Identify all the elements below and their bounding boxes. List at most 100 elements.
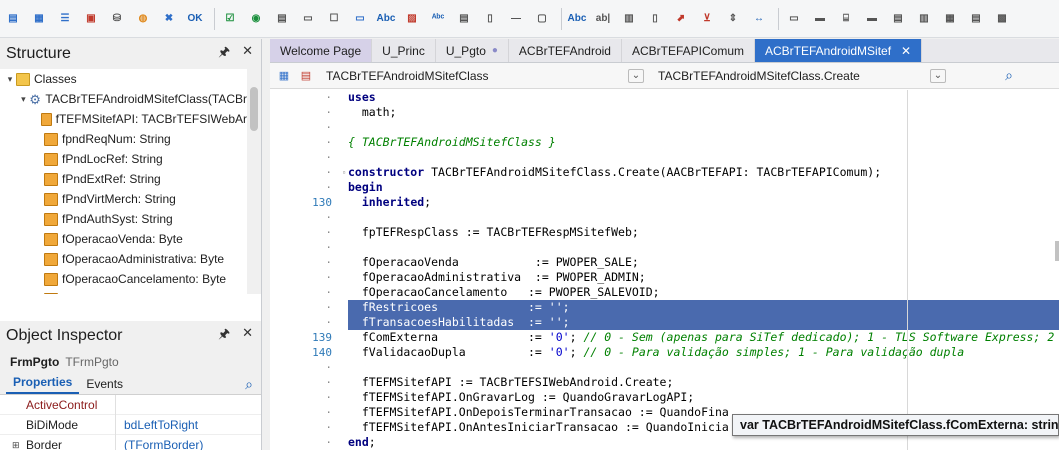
close-icon[interactable]: ✕	[242, 43, 253, 65]
editor-tab[interactable]: ACBrTEFAPIComum	[622, 39, 755, 62]
scrollbar-thumb[interactable]	[250, 87, 258, 131]
code-line[interactable]: fOperacaoCancelamento := PWOPER_SALEVOID…	[348, 285, 1059, 300]
form-button[interactable]: ▤	[2, 8, 24, 30]
search-icon[interactable]: ⌕	[245, 376, 253, 393]
code-line[interactable]: constructor TACBrTEFAndroidMSitefClass.C…	[348, 165, 1059, 180]
search-icon[interactable]: ⌕	[1005, 67, 1013, 84]
code-line[interactable]: fTransacoesHabilitadas := '';	[348, 315, 1059, 330]
code-text[interactable]: uses math; { TACBrTEFAndroidMSitefClass }…	[348, 90, 1059, 450]
pin-icon[interactable]: 🖈	[218, 43, 230, 65]
spellcheck-button[interactable]: ᴬᵇᶜ	[427, 8, 449, 30]
fold-marker[interactable]: ▫	[340, 165, 348, 180]
code-line[interactable]	[348, 360, 1059, 375]
coolbar-button[interactable]: ▤	[887, 8, 909, 30]
grid-button[interactable]: ▦	[28, 8, 50, 30]
label-alt-button[interactable]: Abc	[566, 8, 588, 30]
class-combobox[interactable]: TACBrTEFAndroidMSitefClass ⌄	[320, 65, 650, 86]
tree-item[interactable]: fpndReqNum: String	[0, 129, 247, 149]
code-line[interactable]	[348, 120, 1059, 135]
memo-button[interactable]: ▤	[453, 8, 475, 30]
method-combobox[interactable]: TACBrTEFAndroidMSitefClass.Create ⌄	[652, 65, 952, 86]
code-line[interactable]: fComExterna := '0'; // 0 - Sem (apenas p…	[348, 330, 1059, 345]
property-value[interactable]: (TFormBorder)	[116, 438, 203, 450]
property-row[interactable]: ActiveControl	[0, 394, 261, 415]
grid-panel-button[interactable]: ▦	[939, 8, 961, 30]
code-editor[interactable]: · · · · · · · 130 · · · · · · · · 139 140 · · · · · · ▫ uses ma…	[270, 90, 1059, 450]
editor-tab[interactable]: ACBrTEFAndroid	[509, 39, 622, 62]
code-line[interactable]	[348, 150, 1059, 165]
code-line[interactable]	[348, 240, 1059, 255]
editor-tab[interactable]: ACBrTEFAndroidMSitef ✕	[755, 39, 923, 62]
editor-tab[interactable]: U_Pgto ●	[436, 39, 509, 62]
splitter-button[interactable]: ↔	[748, 8, 770, 30]
code-line[interactable]: { TACBrTEFAndroidMSitefClass }	[348, 135, 1059, 150]
header-button[interactable]: ⌸	[835, 8, 857, 30]
chevron-down-icon[interactable]: ⌄	[628, 68, 644, 83]
tree-item[interactable]: ▾ Classes	[0, 69, 247, 89]
pagecontrol-button[interactable]: ▯	[644, 8, 666, 30]
tree-item[interactable]: fOperacaoCancelamento: Byte	[0, 269, 247, 289]
tree-item[interactable]: fPndVirtMerch: String	[0, 189, 247, 209]
editor-scrollbar-thumb[interactable]	[1055, 241, 1059, 261]
image-edit-button[interactable]: ▣	[80, 8, 102, 30]
separator-button[interactable]: —	[505, 8, 527, 30]
flow-panel-button[interactable]: ▤	[965, 8, 987, 30]
inspector-object-selector[interactable]: FrmPgto TFrmPgto	[0, 351, 261, 373]
code-line[interactable]: fOperacaoAdministrativa := PWOPER_ADMIN;	[348, 270, 1059, 285]
expand-icon[interactable]: ⊞	[12, 435, 20, 450]
edit-image-button[interactable]: ▨	[401, 8, 423, 30]
label-button[interactable]: Abc	[375, 8, 397, 30]
chevron-down-icon[interactable]: ⌄	[930, 68, 946, 83]
tree-item[interactable]: fTEFMSitefAPI: TACBrTEFSIWebAr	[0, 109, 247, 129]
toolbar-button[interactable]: ▬	[809, 8, 831, 30]
code-line[interactable]: end;	[348, 435, 1059, 450]
editor-tab[interactable]: Welcome Page	[270, 39, 373, 62]
code-line[interactable]: fpTEFRespClass := TACBrTEFRespMSitefWeb;	[348, 225, 1059, 240]
listbox-button[interactable]: ▤	[271, 8, 293, 30]
tabcontrol-button[interactable]: ▥	[618, 8, 640, 30]
code-line[interactable]: begin	[348, 180, 1059, 195]
checkbox-button[interactable]: ☑	[219, 8, 241, 30]
chart-button[interactable]: ▩	[991, 8, 1013, 30]
progressbar-button[interactable]: ▬	[861, 8, 883, 30]
editor-tab[interactable]: U_Princ	[372, 39, 436, 62]
close-tab-icon[interactable]: ✕	[901, 44, 911, 58]
code-line[interactable]	[348, 210, 1059, 225]
groupbox-button[interactable]: ▭	[349, 8, 371, 30]
shape-button[interactable]: ▢	[531, 8, 553, 30]
expand-toggle[interactable]: ▾	[18, 94, 29, 105]
scrollbox-button[interactable]: ▯	[479, 8, 501, 30]
cross-tools-button[interactable]: ✖	[158, 8, 180, 30]
ok-button-button[interactable]: OK	[184, 8, 206, 30]
list-button[interactable]: ☰	[54, 8, 76, 30]
updown-button[interactable]: ⇕	[722, 8, 744, 30]
tree-item[interactable]: fPndAuthSyst: String	[0, 209, 247, 229]
tree-item[interactable]: fAutorizador: String	[0, 289, 247, 294]
print-icon[interactable]: ▤	[298, 69, 314, 83]
code-line[interactable]: uses	[348, 90, 1059, 105]
tree-item[interactable]: fOperacaoVenda: Byte	[0, 229, 247, 249]
actionbar-button[interactable]: ▥	[913, 8, 935, 30]
trackbar-button[interactable]: ⊻	[696, 8, 718, 30]
statusbar-button[interactable]: ▭	[783, 8, 805, 30]
pin-icon[interactable]: 🖈	[218, 325, 230, 347]
tree-item[interactable]: fOperacaoAdministrativa: Byte	[0, 249, 247, 269]
code-line[interactable]: inherited;	[348, 195, 1059, 210]
globe-button[interactable]: ◍	[132, 8, 154, 30]
edit-field-button[interactable]: ab|	[592, 8, 614, 30]
code-line[interactable]: fOperacaoVenda := PWOPER_SALE;	[348, 255, 1059, 270]
radio-button[interactable]: ◉	[245, 8, 267, 30]
tab-properties[interactable]: Properties	[6, 372, 80, 394]
structure-view-icon[interactable]: ▦	[276, 69, 292, 83]
tree-item[interactable]: ▾ ⚙ TACBrTEFAndroidMSitefClass(TACBr	[0, 89, 247, 109]
tree-item[interactable]: fPndExtRef: String	[0, 169, 247, 189]
code-line[interactable]: fRestricoes := '';	[348, 300, 1059, 315]
code-line[interactable]: math;	[348, 105, 1059, 120]
property-row[interactable]: ⊞ Border (TFormBorder)	[0, 434, 261, 450]
arrow-diagonal-button[interactable]: ⬈	[670, 8, 692, 30]
combobox-button[interactable]: ▭	[297, 8, 319, 30]
code-line[interactable]: fValidacaoDupla := '0'; // 0 - Para vali…	[348, 345, 1059, 360]
close-icon[interactable]: ✕	[242, 325, 253, 347]
tab-events[interactable]: Events	[79, 374, 130, 394]
database-button[interactable]: ⛁	[106, 8, 128, 30]
